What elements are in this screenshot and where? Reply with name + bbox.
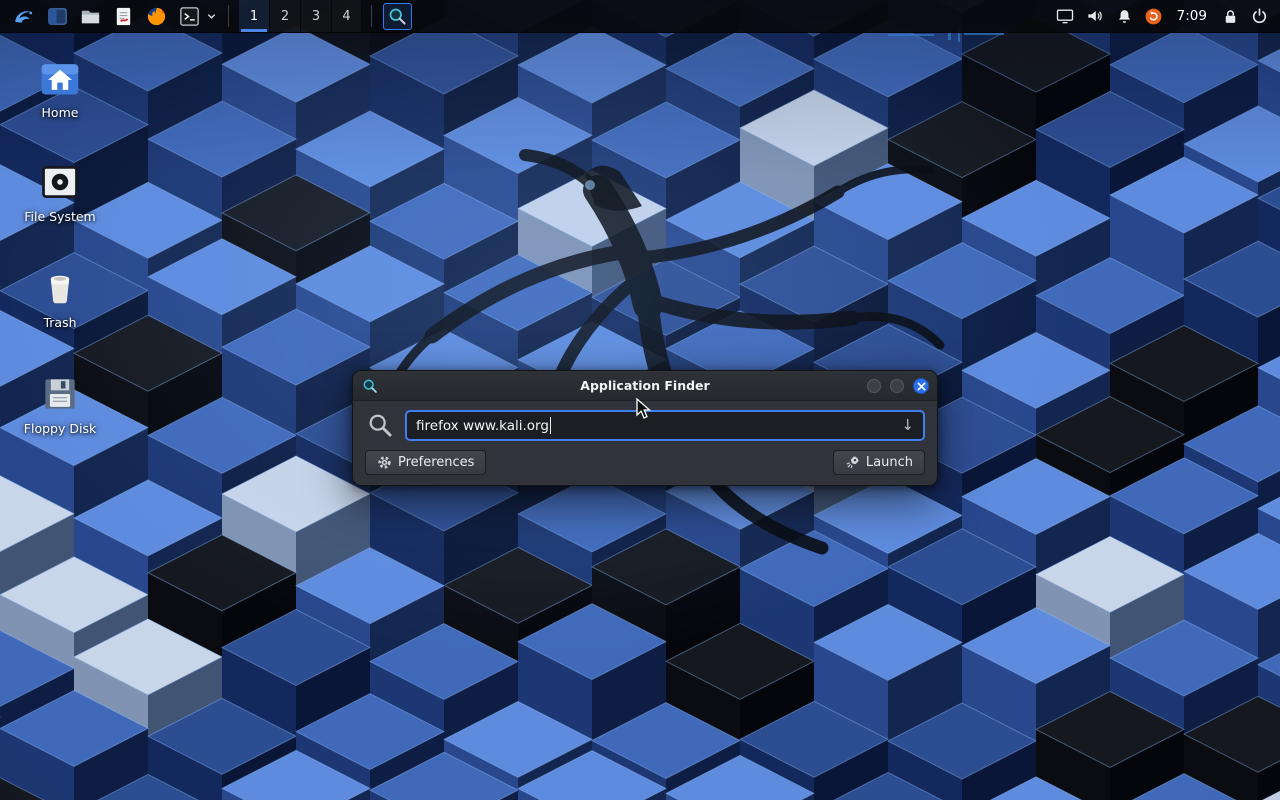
- desktop-icon-label: Home: [42, 105, 79, 120]
- minimize-button[interactable]: [867, 379, 881, 393]
- close-button[interactable]: [913, 378, 929, 394]
- firefox-icon: [145, 5, 168, 28]
- search-input[interactable]: firefox www.kali.org ↓: [405, 410, 925, 441]
- taskbar-application-finder[interactable]: [383, 3, 412, 30]
- desktop-icon-label: File System: [24, 209, 96, 224]
- power-button[interactable]: [1245, 0, 1274, 32]
- workspace-3[interactable]: 3: [300, 0, 331, 32]
- text-editor-launcher[interactable]: [107, 0, 140, 32]
- desktop-icon-label: Trash: [43, 315, 76, 330]
- display-icon: [1055, 6, 1075, 26]
- launch-icon: [845, 455, 860, 470]
- preferences-button[interactable]: Preferences: [365, 450, 486, 475]
- desktop-icon-floppy-disk[interactable]: Floppy Disk: [14, 372, 106, 436]
- home-folder-icon: [38, 56, 82, 100]
- application-finder-window: Application Finder firefox ww: [352, 370, 938, 486]
- desktop-icon-label: Floppy Disk: [24, 421, 96, 436]
- chevron-down-icon: [206, 11, 217, 22]
- workspace-switcher: 1 2 3 4: [238, 0, 362, 32]
- desktop-icon-trash[interactable]: Trash: [14, 266, 106, 330]
- terminal-icon: [178, 5, 201, 28]
- lock-screen-button[interactable]: [1216, 0, 1245, 32]
- text-caret: [550, 417, 551, 434]
- firefox-launcher[interactable]: [140, 0, 173, 32]
- file-manager-launcher[interactable]: [74, 0, 107, 32]
- window-title: Application Finder: [580, 378, 709, 393]
- floppy-disk-icon: [38, 372, 82, 416]
- files-window-icon: [46, 5, 69, 28]
- file-manager-folder-icon: [79, 5, 102, 28]
- launch-label: Launch: [866, 455, 913, 470]
- files-launcher[interactable]: [41, 0, 74, 32]
- workspace-2[interactable]: 2: [269, 0, 300, 32]
- workspace-1[interactable]: 1: [238, 0, 269, 32]
- text-editor-icon: [112, 5, 135, 28]
- close-icon: [917, 382, 926, 391]
- updates-tray-button[interactable]: [1139, 0, 1168, 32]
- file-system-drive-icon: [38, 160, 82, 204]
- workspace-4[interactable]: 4: [331, 0, 362, 32]
- notifications-tray-button[interactable]: [1110, 0, 1139, 32]
- application-finder-icon: [362, 378, 378, 394]
- terminal-dropdown-button[interactable]: [206, 0, 219, 32]
- top-panel: 1 2 3 4: [0, 0, 1280, 33]
- application-finder-magnifier-icon: [387, 6, 408, 27]
- desktop-icon-file-system[interactable]: File System: [14, 160, 106, 224]
- maximize-button[interactable]: [890, 379, 904, 393]
- updates-icon: [1144, 7, 1163, 26]
- terminal-launcher[interactable]: [173, 0, 206, 32]
- kali-menu-icon: [11, 4, 36, 29]
- lock-icon: [1221, 7, 1240, 26]
- window-controls: [867, 371, 929, 401]
- power-icon: [1250, 7, 1269, 26]
- down-arrow-icon[interactable]: ↓: [901, 418, 914, 433]
- display-tray-button[interactable]: [1050, 0, 1080, 32]
- dialog-body: firefox www.kali.org ↓ Preferences: [353, 401, 937, 485]
- kali-menu-button[interactable]: [6, 0, 41, 32]
- clock[interactable]: 7:09: [1168, 8, 1216, 24]
- titlebar[interactable]: Application Finder: [353, 371, 937, 401]
- trash-icon: [38, 266, 82, 310]
- search-input-value: firefox www.kali.org: [416, 418, 549, 434]
- search-icon: [367, 412, 394, 439]
- notifications-bell-icon: [1115, 7, 1134, 26]
- gear-icon: [377, 455, 392, 470]
- desktop-icon-home[interactable]: Home: [14, 56, 106, 120]
- panel-separator: [371, 5, 372, 27]
- preferences-label: Preferences: [398, 455, 474, 470]
- volume-tray-button[interactable]: [1080, 0, 1110, 32]
- volume-icon: [1085, 6, 1105, 26]
- panel-separator: [228, 5, 229, 27]
- launch-button[interactable]: Launch: [833, 450, 925, 475]
